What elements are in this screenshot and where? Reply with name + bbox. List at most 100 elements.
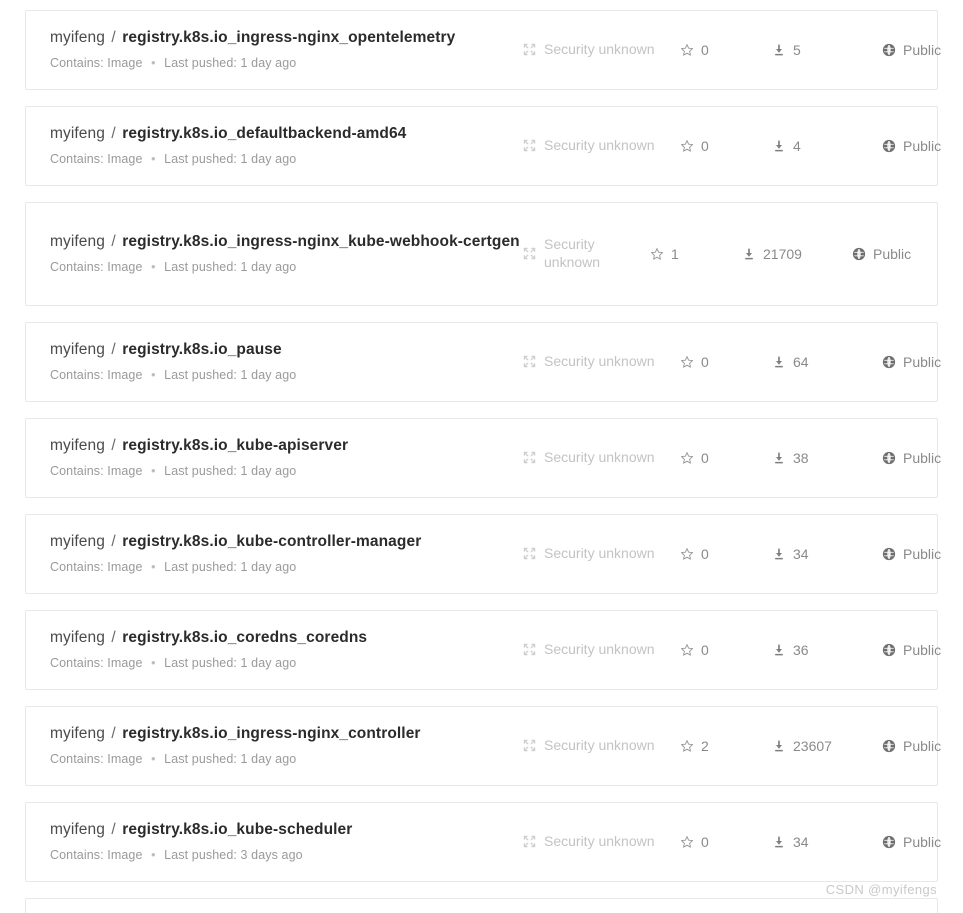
repository-meta: Security unknown 0 — [520, 41, 963, 59]
repository-subtitle: Contains: Image • Last pushed: 1 day ago — [50, 367, 520, 385]
repository-name[interactable]: registry.k8s.io_kube-scheduler — [122, 821, 352, 838]
repository-card[interactable]: myifeng / registry.k8s.io_ingress-nginx_… — [25, 10, 938, 90]
stars-count[interactable]: 0 — [680, 546, 772, 562]
repository-title[interactable]: myifeng / registry.k8s.io_kube-controlle… — [50, 531, 520, 553]
repository-owner[interactable]: myifeng — [50, 233, 105, 250]
repository-card[interactable]: myifeng / registry.k8s.io_ingress-nginx_… — [25, 202, 938, 306]
repository-title[interactable]: myifeng / registry.k8s.io_ingress-nginx_… — [50, 231, 520, 253]
repository-owner[interactable]: myifeng — [50, 725, 105, 742]
repository-card[interactable]: myifeng / registry.k8s.io_defaultbackend… — [25, 106, 938, 186]
repository-path-separator: / — [109, 821, 117, 838]
stars-count[interactable]: 0 — [680, 138, 772, 154]
security-status[interactable]: Security unknown — [520, 449, 680, 467]
pulls-count-value: 64 — [786, 354, 809, 370]
repository-subtitle: Contains: Image • Last pushed: 1 day ago — [50, 151, 520, 169]
security-status[interactable]: Security unknown — [520, 41, 680, 59]
subtitle-separator-dot: • — [146, 260, 160, 274]
security-status[interactable]: Security unknown — [520, 737, 680, 755]
pulls-count[interactable]: 5 — [772, 42, 882, 58]
security-unknown-icon — [522, 642, 537, 657]
visibility-status[interactable]: Public — [882, 354, 963, 370]
repository-owner[interactable]: myifeng — [50, 341, 105, 358]
stars-count[interactable]: 0 — [680, 354, 772, 370]
stars-count[interactable]: 2 — [680, 738, 772, 754]
visibility-status[interactable]: Public — [882, 546, 963, 562]
repository-name[interactable]: registry.k8s.io_ingress-nginx_kube-webho… — [122, 233, 520, 250]
stars-count[interactable]: 1 — [650, 246, 742, 262]
repository-meta: Security unknown 0 — [520, 137, 963, 155]
repository-name[interactable]: registry.k8s.io_ingress-nginx_openteleme… — [122, 29, 455, 46]
repository-owner[interactable]: myifeng — [50, 29, 105, 46]
stars-count[interactable]: 0 — [680, 42, 772, 58]
repository-title[interactable]: myifeng / registry.k8s.io_ingress-nginx_… — [50, 27, 520, 49]
repository-card[interactable]: myifeng / registry.k8s.io_kube-apiserver… — [25, 418, 938, 498]
visibility-status[interactable]: Public — [882, 450, 963, 466]
stars-count[interactable]: 0 — [680, 834, 772, 850]
repository-subtitle: Contains: Image • Last pushed: 1 day ago — [50, 259, 520, 277]
repository-subtitle: Contains: Image • Last pushed: 1 day ago — [50, 559, 520, 577]
download-icon — [772, 451, 786, 465]
repository-main: myifeng / registry.k8s.io_kube-proxy Con… — [50, 899, 520, 913]
repository-name[interactable]: registry.k8s.io_ingress-nginx_controller — [122, 725, 420, 742]
pulls-count[interactable]: 38 — [772, 450, 882, 466]
repository-owner[interactable]: myifeng — [50, 125, 105, 142]
visibility-status[interactable]: Public — [882, 138, 963, 154]
star-icon — [680, 43, 694, 57]
visibility-status[interactable]: Public — [852, 246, 962, 262]
repository-title[interactable]: myifeng / registry.k8s.io_kube-scheduler — [50, 819, 520, 841]
visibility-status[interactable]: Public — [882, 642, 963, 658]
repository-title[interactable]: myifeng / registry.k8s.io_kube-apiserver — [50, 435, 520, 457]
stars-count-value: 0 — [694, 834, 709, 850]
pulls-count-value: 36 — [786, 642, 809, 658]
repository-owner[interactable]: myifeng — [50, 821, 105, 838]
repository-card[interactable]: myifeng / registry.k8s.io_pause Contains… — [25, 322, 938, 402]
security-unknown-icon — [522, 354, 537, 369]
pulls-count[interactable]: 36 — [772, 642, 882, 658]
repository-title[interactable]: myifeng / registry.k8s.io_coredns_coredn… — [50, 627, 520, 649]
security-status[interactable]: Security unknown — [520, 641, 680, 659]
repository-contains: Contains: Image — [50, 56, 143, 70]
security-status[interactable]: Security unknown — [520, 833, 680, 851]
repository-card[interactable]: myifeng / registry.k8s.io_kube-scheduler… — [25, 802, 938, 882]
star-icon — [680, 643, 694, 657]
pulls-count[interactable]: 21709 — [742, 246, 852, 262]
security-status[interactable]: Security unknown — [520, 236, 650, 271]
repository-last-pushed: Last pushed: 1 day ago — [164, 656, 296, 670]
visibility-status[interactable]: Public — [882, 42, 963, 58]
subtitle-separator-dot: • — [146, 464, 160, 478]
repository-title[interactable]: myifeng / registry.k8s.io_pause — [50, 339, 520, 361]
repository-card[interactable]: myifeng / registry.k8s.io_coredns_coredn… — [25, 610, 938, 690]
pulls-count[interactable]: 34 — [772, 546, 882, 562]
stars-count[interactable]: 0 — [680, 642, 772, 658]
repository-name[interactable]: registry.k8s.io_kube-apiserver — [122, 437, 348, 454]
repository-subtitle: Contains: Image • Last pushed: 1 day ago — [50, 751, 520, 769]
globe-icon — [852, 247, 866, 261]
visibility-status[interactable]: Public — [882, 834, 963, 850]
repository-name[interactable]: registry.k8s.io_pause — [122, 341, 281, 358]
repository-card[interactable]: myifeng / registry.k8s.io_ingress-nginx_… — [25, 706, 938, 786]
pulls-count[interactable]: 34 — [772, 834, 882, 850]
subtitle-separator-dot: • — [146, 848, 160, 862]
repository-title[interactable]: myifeng / registry.k8s.io_defaultbackend… — [50, 123, 520, 145]
pulls-count[interactable]: 4 — [772, 138, 882, 154]
visibility-label: Public — [896, 738, 941, 754]
repository-name[interactable]: registry.k8s.io_coredns_coredns — [122, 629, 367, 646]
repository-owner[interactable]: myifeng — [50, 437, 105, 454]
security-status[interactable]: Security unknown — [520, 545, 680, 563]
pulls-count[interactable]: 23607 — [772, 738, 882, 754]
repository-card[interactable]: myifeng / registry.k8s.io_kube-proxy Con… — [25, 898, 938, 913]
pulls-count[interactable]: 64 — [772, 354, 882, 370]
repository-owner[interactable]: myifeng — [50, 629, 105, 646]
repository-card[interactable]: myifeng / registry.k8s.io_kube-controlle… — [25, 514, 938, 594]
repository-title[interactable]: myifeng / registry.k8s.io_ingress-nginx_… — [50, 723, 520, 745]
repository-owner[interactable]: myifeng — [50, 533, 105, 550]
stars-count[interactable]: 0 — [680, 450, 772, 466]
repository-name[interactable]: registry.k8s.io_defaultbackend-amd64 — [122, 125, 406, 142]
repository-last-pushed: Last pushed: 1 day ago — [164, 464, 296, 478]
visibility-status[interactable]: Public — [882, 738, 963, 754]
repository-contains: Contains: Image — [50, 260, 143, 274]
security-status[interactable]: Security unknown — [520, 137, 680, 155]
repository-main: myifeng / registry.k8s.io_kube-scheduler… — [50, 803, 520, 881]
security-status[interactable]: Security unknown — [520, 353, 680, 371]
repository-name[interactable]: registry.k8s.io_kube-controller-manager — [122, 533, 421, 550]
